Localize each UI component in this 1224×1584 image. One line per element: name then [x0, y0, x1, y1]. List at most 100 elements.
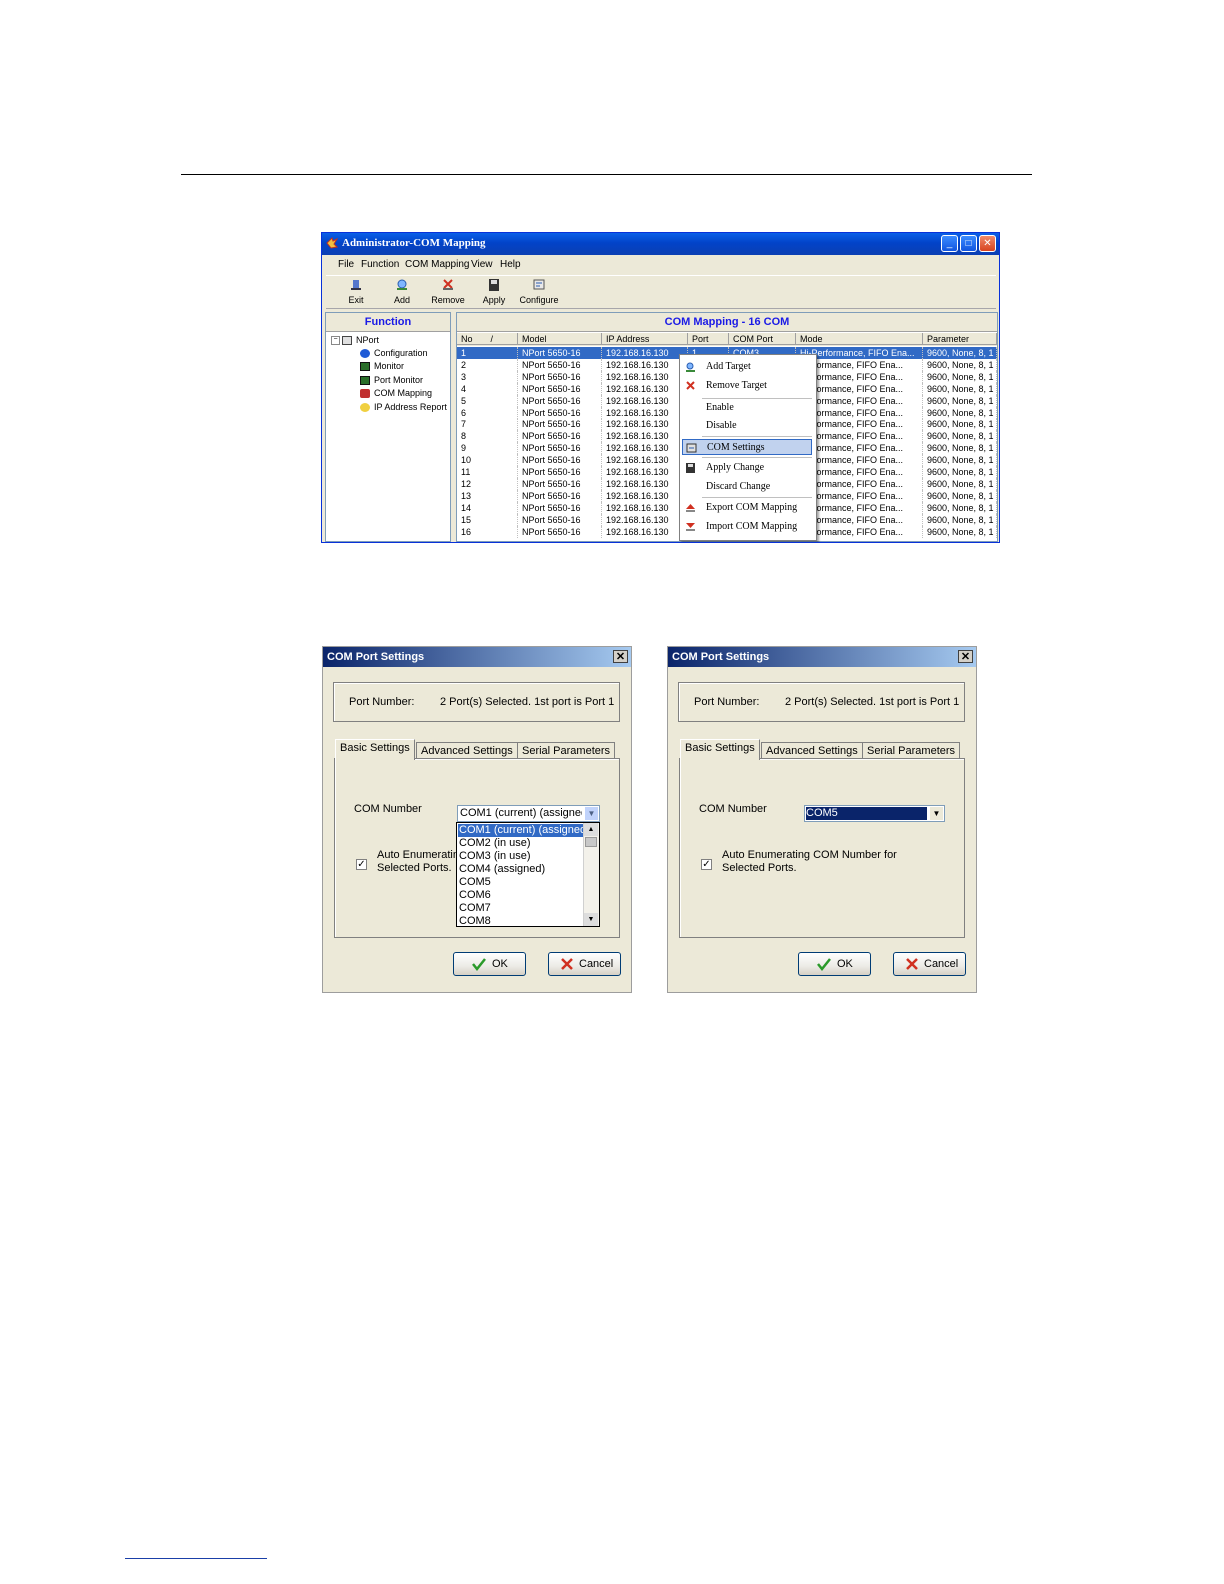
tree-item-ip-address-report[interactable]: IP Address Report: [360, 402, 447, 413]
ok-button[interactable]: OK: [453, 952, 526, 976]
close-button[interactable]: ✕: [979, 235, 996, 252]
remove-icon: [443, 279, 453, 290]
dropdown-option[interactable]: COM8: [458, 915, 491, 926]
port-number-group: Port Number: 2 Port(s) Selected. 1st por…: [333, 682, 620, 722]
scroll-up-icon[interactable]: ▲: [584, 823, 598, 836]
menu-view[interactable]: View: [471, 259, 493, 270]
cancel-button[interactable]: Cancel: [893, 952, 966, 976]
ctx-export-com-mapping[interactable]: Export COM Mapping: [682, 500, 812, 516]
auto-enumerate-checkbox[interactable]: ✓: [356, 859, 367, 870]
ok-button[interactable]: OK: [798, 952, 871, 976]
dropdown-option[interactable]: COM6: [458, 889, 491, 902]
port-number-label: Port Number:: [694, 696, 760, 708]
col-com-port[interactable]: COM Port: [729, 333, 796, 345]
apply-tool-button[interactable]: Apply: [474, 279, 514, 305]
auto-enumerate-checkbox[interactable]: ✓: [701, 859, 712, 870]
settings-icon: [686, 443, 697, 453]
tree-item-label: Monitor: [374, 361, 405, 371]
menu-file[interactable]: File: [338, 259, 354, 270]
ctx-remove-target[interactable]: Remove Target: [682, 378, 812, 394]
cell-param: 9600, None, 8, 1: [923, 442, 997, 455]
ctx-label: Export COM Mapping: [706, 502, 798, 513]
exit-tool-button[interactable]: Exit: [336, 279, 376, 305]
ctx-label: Apply Change: [706, 462, 765, 473]
dropdown-scrollbar[interactable]: ▲ ▼: [583, 823, 599, 926]
cell-no: 8: [457, 430, 518, 443]
ctx-apply-change[interactable]: Apply Change: [682, 460, 812, 476]
scroll-down-icon[interactable]: ▼: [584, 913, 598, 926]
configure-tool-button[interactable]: Configure: [519, 279, 559, 305]
cell-no: 5: [457, 394, 518, 407]
cell-param: 9600, None, 8, 1: [923, 358, 997, 371]
tree-item-port-monitor[interactable]: Port Monitor: [360, 375, 423, 386]
dropdown-option[interactable]: COM3 (in use): [458, 850, 531, 863]
menu-com-mapping[interactable]: COM Mapping: [405, 259, 469, 270]
col-ip-address[interactable]: IP Address: [602, 333, 688, 345]
cancel-x-icon: [561, 958, 573, 970]
lightbulb-icon: [360, 403, 370, 413]
cancel-button[interactable]: Cancel: [548, 952, 621, 976]
menu-function[interactable]: Function: [361, 259, 399, 270]
dropdown-option[interactable]: COM7: [458, 902, 491, 915]
ctx-separator: [702, 436, 812, 437]
ctx-add-target[interactable]: Add Target: [682, 359, 812, 375]
cell-model: NPort 5650-16: [518, 513, 602, 526]
remove-tool-button[interactable]: Remove: [428, 279, 468, 305]
basic-settings-panel: COM Number COM5 ▼ ✓ Auto Enumerating COM…: [679, 758, 965, 938]
cell-no: 16: [457, 525, 518, 538]
configure-icon: [533, 279, 545, 290]
tab-advanced-settings[interactable]: Advanced Settings: [761, 742, 863, 759]
remove-target-icon: [686, 381, 695, 390]
ctx-enable[interactable]: Enable: [682, 400, 812, 416]
col-no[interactable]: No /: [457, 333, 518, 345]
tree-collapse-icon[interactable]: −: [331, 336, 340, 346]
dropdown-option[interactable]: COM1 (current) (assigned): [457, 823, 591, 838]
context-menu: Add Target Remove Target Enable Disable …: [679, 354, 817, 541]
tab-serial-parameters[interactable]: Serial Parameters: [517, 742, 616, 759]
cell-ip: 192.168.16.130: [602, 501, 688, 514]
add-tool-button[interactable]: Add: [382, 279, 422, 305]
cell-no: 1: [457, 347, 518, 359]
minimize-button[interactable]: _: [941, 235, 958, 252]
com-port-settings-dialog-dropdown-open: COM Port Settings ✕ Port Number: 2 Port(…: [322, 646, 632, 993]
cell-model: NPort 5650-16: [518, 418, 602, 431]
chevron-down-icon[interactable]: ▼: [930, 807, 943, 820]
chevron-down-icon[interactable]: ▼: [585, 807, 598, 820]
dialog-close-button[interactable]: ✕: [958, 650, 973, 663]
cell-model: NPort 5650-16: [518, 358, 602, 371]
ctx-com-settings[interactable]: COM Settings: [682, 439, 812, 455]
cell-model: NPort 5650-16: [518, 382, 602, 395]
apply-label: Apply: [482, 295, 506, 305]
ctx-disable[interactable]: Disable: [682, 418, 812, 434]
tree-root-nport[interactable]: − NPort: [331, 335, 379, 346]
tree-item-com-mapping[interactable]: COM Mapping: [360, 388, 432, 399]
dialog-close-button[interactable]: ✕: [613, 650, 628, 663]
tab-basic-settings[interactable]: Basic Settings: [680, 739, 760, 760]
dropdown-option[interactable]: COM4 (assigned): [458, 863, 545, 876]
ctx-import-com-mapping[interactable]: Import COM Mapping: [682, 519, 812, 535]
cell-param: 9600, None, 8, 1: [923, 394, 997, 407]
cell-ip: 192.168.16.130: [602, 430, 688, 443]
dropdown-option[interactable]: COM2 (in use): [458, 837, 531, 850]
tab-serial-parameters[interactable]: Serial Parameters: [862, 742, 961, 759]
cell-ip: 192.168.16.130: [602, 358, 688, 371]
cell-model: NPort 5650-16: [518, 430, 602, 443]
col-parameter[interactable]: Parameter: [923, 333, 997, 345]
tree-item-configuration[interactable]: Configuration: [360, 348, 428, 359]
col-port[interactable]: Port: [688, 333, 729, 345]
scroll-thumb[interactable]: [585, 837, 597, 847]
dropdown-option[interactable]: COM5: [458, 876, 491, 889]
com-number-select[interactable]: COM1 (current) (assigned ▼: [457, 805, 600, 822]
maximize-button[interactable]: □: [960, 235, 977, 252]
tree-item-monitor[interactable]: Monitor: [360, 361, 405, 372]
cell-ip: 192.168.16.130: [602, 489, 688, 502]
com-number-select[interactable]: COM5 ▼: [804, 805, 945, 822]
tab-advanced-settings[interactable]: Advanced Settings: [416, 742, 518, 759]
col-model[interactable]: Model: [518, 333, 602, 345]
menu-help[interactable]: Help: [500, 259, 521, 270]
save-disk-icon: [489, 279, 499, 291]
ctx-discard-change[interactable]: Discard Change: [682, 479, 812, 495]
col-mode[interactable]: Mode: [796, 333, 923, 345]
cell-param: 9600, None, 8, 1: [923, 382, 997, 395]
tab-basic-settings[interactable]: Basic Settings: [335, 739, 415, 760]
